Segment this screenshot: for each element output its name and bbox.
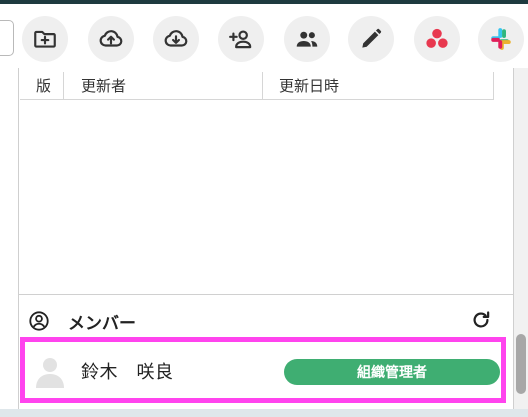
members-section-header: メンバー xyxy=(20,304,500,338)
members-title: メンバー xyxy=(68,313,136,334)
version-table-header: 版 更新者 更新日時 xyxy=(20,72,494,100)
refresh-icon[interactable] xyxy=(470,309,492,331)
bottom-strip xyxy=(0,409,528,417)
scrollbar-thumb[interactable] xyxy=(516,334,526,394)
column-header-updater[interactable]: 更新者 xyxy=(64,72,263,99)
edit-pencil-icon xyxy=(362,28,382,48)
toolbar xyxy=(0,4,528,68)
add-member-button[interactable] xyxy=(218,16,264,62)
role-badge: 組織管理者 xyxy=(284,359,500,385)
add-folder-icon xyxy=(34,30,56,48)
asana-logo-icon xyxy=(426,28,448,48)
download-cloud-icon xyxy=(164,30,188,47)
account-circle-icon xyxy=(28,310,50,332)
edit-button[interactable] xyxy=(348,16,394,62)
column-header-updated-at[interactable]: 更新日時 xyxy=(263,72,494,99)
member-list-item[interactable]: 鈴木 咲良 組織管理者 xyxy=(20,337,506,403)
upload-button[interactable] xyxy=(88,16,134,62)
slack-button[interactable] xyxy=(478,16,524,62)
add-person-icon xyxy=(229,30,252,49)
member-name: 鈴木 咲良 xyxy=(81,362,174,383)
upload-cloud-icon xyxy=(99,30,123,47)
add-folder-button[interactable] xyxy=(22,16,68,62)
search-input[interactable] xyxy=(0,20,14,56)
people-icon xyxy=(296,31,318,47)
asana-button[interactable] xyxy=(414,16,460,62)
members-button[interactable] xyxy=(284,16,330,62)
column-header-version[interactable]: 版 xyxy=(20,72,64,99)
slack-logo-icon xyxy=(491,28,511,50)
avatar xyxy=(34,354,66,388)
download-button[interactable] xyxy=(153,16,199,62)
section-divider xyxy=(19,294,513,295)
